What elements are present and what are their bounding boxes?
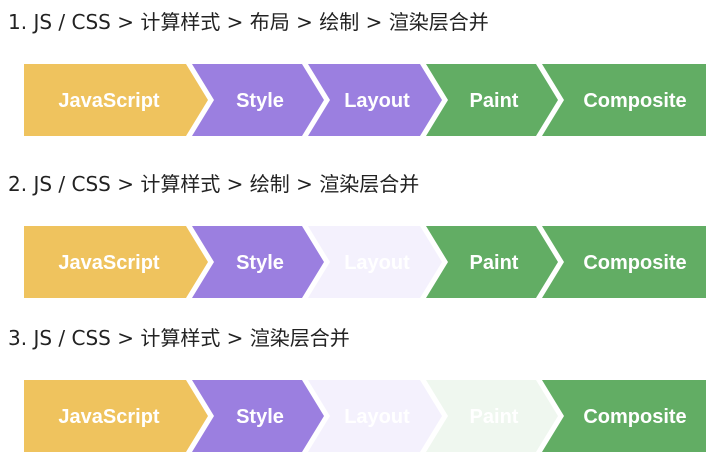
row-3-pipeline: JavaScript Style Layout Paint Composite: [24, 380, 706, 452]
stage-layout-label: Layout: [344, 252, 410, 274]
stage-composite-label: Composite: [583, 406, 686, 428]
stage-layout-label: Layout: [344, 90, 410, 112]
row-1-pipeline: JavaScript Style Layout Paint Composite: [24, 64, 706, 136]
row-1-heading: 1. JS / CSS > 计算样式 > 布局 > 绘制 > 渲染层合并: [8, 10, 489, 34]
row-2-heading: 2. JS / CSS > 计算样式 > 绘制 > 渲染层合并: [8, 172, 420, 196]
row-2-pipeline: JavaScript Style Layout Paint Composite: [24, 226, 706, 298]
stage-style-label: Style: [236, 406, 284, 428]
stage-style-label: Style: [236, 252, 284, 274]
stage-composite-label: Composite: [583, 90, 686, 112]
row-3-heading: 3. JS / CSS > 计算样式 > 渲染层合并: [8, 326, 350, 350]
stage-javascript-label: JavaScript: [58, 252, 160, 274]
stage-paint-label: Paint: [470, 252, 519, 274]
stage-javascript-label: JavaScript: [58, 90, 160, 112]
stage-javascript-label: JavaScript: [58, 406, 160, 428]
stage-composite-label: Composite: [583, 252, 686, 274]
stage-paint-label: Paint: [470, 90, 519, 112]
stage-paint-label: Paint: [470, 406, 519, 428]
stage-style-label: Style: [236, 90, 284, 112]
stage-layout-label: Layout: [344, 406, 410, 428]
